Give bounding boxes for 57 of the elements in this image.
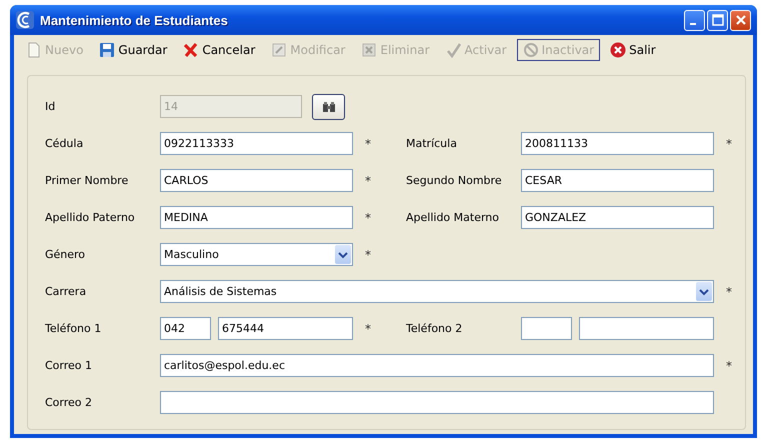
required-mark: * xyxy=(365,174,371,188)
field-label: Id xyxy=(45,100,56,113)
email-field[interactable]: carlitos@espol.edu.ec xyxy=(160,354,714,377)
close-button[interactable] xyxy=(730,10,751,30)
chevron-icon xyxy=(338,250,348,258)
field-label: Segundo Nombre xyxy=(406,174,502,187)
field-label: Matrícula xyxy=(406,137,457,150)
text-field[interactable]: CARLOS xyxy=(160,169,353,192)
required-mark: * xyxy=(726,358,732,372)
chevron-icon xyxy=(699,288,709,296)
field-label: Correo 1 xyxy=(45,359,92,372)
text-field[interactable]: MEDINA xyxy=(160,206,353,229)
search-button[interactable] xyxy=(312,94,345,120)
field-label: Teléfono 2 xyxy=(406,322,462,335)
maximize-button[interactable] xyxy=(707,10,728,30)
text-field[interactable]: GONZALEZ xyxy=(521,206,714,229)
maximize-icon xyxy=(712,14,724,26)
minimize-icon xyxy=(690,23,696,25)
field-label: Apellido Materno xyxy=(406,211,499,224)
required-mark: * xyxy=(365,248,371,262)
cross-icon xyxy=(183,42,200,58)
phone-field[interactable]: 042 xyxy=(160,317,211,340)
phone-field[interactable]: 675444 xyxy=(218,317,353,340)
toolbar-button[interactable]: Salir xyxy=(604,39,662,61)
text-field[interactable]: 0922113333 xyxy=(160,132,353,155)
document-icon xyxy=(26,42,42,58)
minimize-button[interactable] xyxy=(684,10,705,30)
field-label: Correo 2 xyxy=(45,396,92,409)
checkmark-icon xyxy=(446,42,462,58)
required-mark: * xyxy=(365,136,371,150)
phone-field[interactable] xyxy=(579,317,714,340)
close-circle-icon xyxy=(610,42,626,58)
pencil-document-icon xyxy=(271,42,288,58)
close-icon xyxy=(734,14,746,26)
delete-box-icon xyxy=(361,42,378,58)
required-mark: * xyxy=(726,284,732,298)
email-field[interactable] xyxy=(160,391,714,414)
field-label: Carrera xyxy=(45,285,86,298)
toolbar-button[interactable]: Cancelar xyxy=(177,39,262,61)
field-label: Género xyxy=(45,248,86,261)
required-mark: * xyxy=(726,136,732,150)
field-label: Cédula xyxy=(45,137,84,150)
dropdown[interactable]: Masculino xyxy=(160,243,353,266)
dropdown[interactable]: Análisis de Sistemas xyxy=(160,280,714,303)
app-icon xyxy=(16,11,34,29)
text-field[interactable]: CESAR xyxy=(521,169,714,192)
field-label: Teléfono 1 xyxy=(45,322,102,335)
field-label: Primer Nombre xyxy=(45,174,128,187)
text-field[interactable]: 200811133 xyxy=(521,132,714,155)
phone-field[interactable] xyxy=(521,317,572,340)
required-mark: * xyxy=(365,322,371,336)
field-label: Apellido Paterno xyxy=(45,211,135,224)
binoculars-icon xyxy=(322,100,336,112)
required-mark: * xyxy=(365,210,371,224)
prohibited-icon xyxy=(522,42,539,58)
window-title: Mantenimiento de Estudiantes xyxy=(40,12,228,28)
toolbar-button[interactable]: Guardar xyxy=(93,39,174,61)
